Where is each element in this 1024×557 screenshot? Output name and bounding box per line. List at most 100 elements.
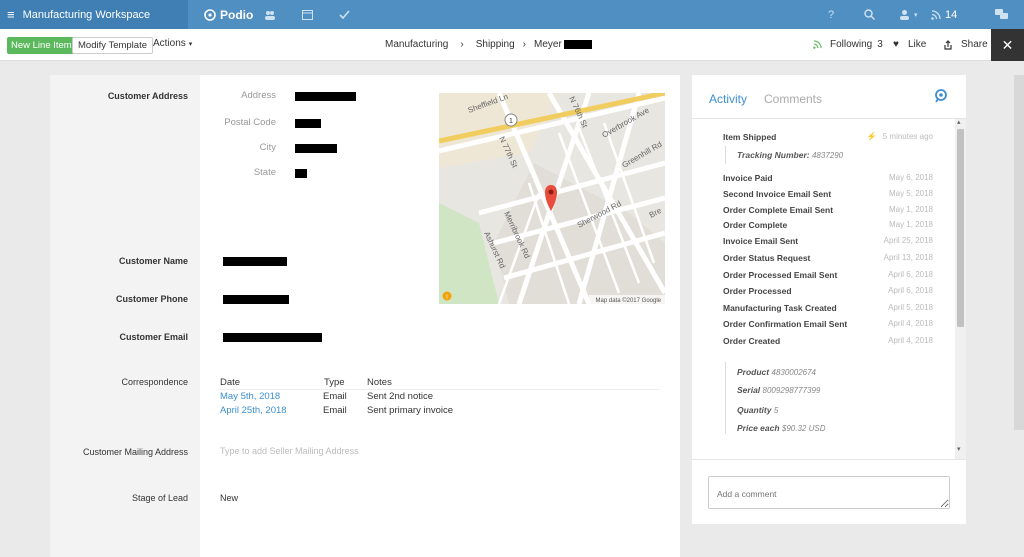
- breadcrumb: Manufacturing › Shipping › Meyer: [385, 39, 592, 50]
- breadcrumb-manufacturing[interactable]: Manufacturing: [385, 39, 448, 50]
- field-labels-column: [50, 75, 200, 557]
- redacted-state: [295, 169, 307, 178]
- redacted-address: [295, 92, 356, 101]
- following-count: 3: [877, 39, 883, 50]
- tasks-check-icon[interactable]: [339, 0, 350, 29]
- activity-item[interactable]: Manufacturing Task Created April 5, 2018: [723, 303, 933, 313]
- user-menu-icon[interactable]: ▾: [899, 0, 918, 29]
- activity-list: Item Shipped ⚡ 5 minutes ago Tracking Num…: [692, 119, 954, 459]
- breadcrumb-shipping[interactable]: Shipping: [476, 39, 515, 50]
- podio-logo[interactable]: Podio: [204, 0, 253, 29]
- activity-item[interactable]: Order Created April 4, 2018: [723, 336, 933, 346]
- serial-detail: Serial 8009298777399: [737, 385, 821, 395]
- address-sublabel: Address: [241, 90, 276, 101]
- route-1-shield: 1: [509, 118, 513, 125]
- scroll-up-icon[interactable]: ▴: [957, 118, 961, 126]
- tracking-detail: Tracking Number: 4837290: [737, 150, 844, 160]
- correspondence-type: Email: [323, 391, 347, 402]
- customer-phone-label: Customer Phone: [115, 294, 188, 304]
- correspondence-header-notes: Notes: [367, 377, 392, 388]
- close-icon: ✕: [1001, 36, 1014, 53]
- state-sublabel: State: [253, 167, 276, 178]
- activity-item[interactable]: Second Invoice Email Sent May 5, 2018: [723, 189, 933, 199]
- correspondence-date-link[interactable]: May 5th, 2018: [220, 391, 280, 402]
- correspondence-date-link[interactable]: April 25th, 2018: [220, 405, 287, 416]
- lightning-icon: ⚡: [866, 132, 877, 141]
- activity-item[interactable]: Order Confirmation Email Sent April 4, 20…: [723, 319, 933, 329]
- top-bar: ≡ Manufacturing Workspace Podio ? ▾ 14: [0, 0, 1024, 29]
- activity-item[interactable]: Invoice Paid May 6, 2018: [723, 173, 933, 183]
- share-icon: [944, 39, 952, 50]
- tab-activity[interactable]: Activity: [709, 92, 747, 106]
- address-map[interactable]: 1 Sheffield Ln N 77th St N 76th St Overb…: [439, 93, 665, 304]
- item-detail-card: Customer Address Address Postal Code Cit…: [50, 75, 680, 557]
- activity-item[interactable]: Order Status Request April 13, 2018: [723, 253, 933, 263]
- product-detail: Product 4830002674: [737, 367, 816, 377]
- correspondence-header-type: Type: [324, 377, 345, 388]
- detail-rule: [725, 362, 726, 434]
- activity-item[interactable]: Order Processed April 6, 2018: [723, 286, 933, 296]
- postal-code-sublabel: Postal Code: [224, 117, 276, 128]
- activity-item[interactable]: Order Complete Email Sent May 1, 2018: [723, 205, 933, 215]
- correspondence-header-date: Date: [220, 377, 241, 388]
- workspace-title: Manufacturing Workspace: [22, 8, 151, 21]
- redacted-customer-name: [223, 257, 287, 266]
- hamburger-icon[interactable]: ≡: [7, 7, 15, 22]
- divider: [692, 459, 966, 460]
- correspondence-notes: Sent primary invoice: [367, 405, 454, 416]
- chat-icon[interactable]: [995, 0, 1008, 29]
- city-sublabel: City: [259, 142, 276, 153]
- podio-pin-icon[interactable]: [934, 89, 948, 103]
- following-button[interactable]: Following 3: [813, 39, 883, 50]
- new-line-item-button[interactable]: New Line Item: [7, 37, 76, 54]
- contacts-icon[interactable]: [264, 0, 276, 29]
- activity-item[interactable]: Invoice Email Sent April 25, 2018: [723, 236, 933, 246]
- activity-item[interactable]: Item Shipped ⚡ 5 minutes ago: [723, 132, 933, 142]
- chevron-down-icon: ▾: [188, 41, 193, 48]
- activity-scrollbar[interactable]: ▴ ▾: [955, 119, 966, 459]
- add-comment-input[interactable]: [708, 476, 950, 509]
- close-button[interactable]: ✕: [991, 29, 1024, 61]
- redacted-city: [295, 144, 337, 153]
- scroll-down-icon[interactable]: ▾: [957, 445, 961, 453]
- help-icon[interactable]: ?: [828, 0, 834, 29]
- customer-name-label: Customer Name: [118, 256, 188, 266]
- activity-panel: Activity Comments Item Shipped ⚡ 5 minute…: [692, 75, 966, 524]
- workspace-switcher[interactable]: ≡ Manufacturing Workspace: [0, 0, 188, 29]
- like-button[interactable]: ♥ Like: [893, 39, 926, 50]
- redacted-customer-phone: [223, 295, 289, 304]
- logo-text: Podio: [220, 7, 254, 22]
- calendar-icon[interactable]: [302, 0, 313, 29]
- tab-comments[interactable]: Comments: [764, 92, 822, 106]
- mailing-address-input[interactable]: Type to add Seller Mailing Address: [220, 446, 359, 456]
- redacted-customer-email: [223, 333, 322, 342]
- map-canvas: 1 Sheffield Ln N 77th St N 76th St Overb…: [439, 93, 665, 304]
- rss-icon: [813, 40, 822, 49]
- podio-logo-icon: [204, 8, 216, 21]
- chevron-right-icon: ›: [460, 39, 464, 50]
- redacted-postal-code: [295, 119, 321, 128]
- page-scrollbar[interactable]: [1014, 75, 1024, 430]
- heart-icon: ♥: [893, 39, 899, 50]
- search-icon[interactable]: [864, 0, 875, 29]
- breadcrumb-item: Meyer: [534, 39, 592, 50]
- share-button[interactable]: Share: [943, 39, 988, 50]
- customer-address-label: Customer Address: [107, 91, 188, 101]
- price-detail: Price each $90.32 USD: [737, 423, 826, 433]
- activity-tabs: Activity Comments: [692, 75, 966, 119]
- redacted-block: [563, 40, 592, 49]
- chevron-right-icon: ›: [522, 39, 526, 50]
- correspondence-label: Correspondence: [121, 377, 188, 387]
- map-credit: Map data ©2017 Google: [596, 297, 662, 304]
- notifications-count: 14: [945, 8, 958, 21]
- divider: [220, 389, 660, 390]
- modify-template-button[interactable]: Modify Template: [72, 37, 153, 54]
- notifications-button[interactable]: 14: [931, 0, 957, 29]
- correspondence-type: Email: [323, 405, 347, 416]
- actions-dropdown[interactable]: Actions ▾: [153, 38, 192, 49]
- stage-of-lead-value[interactable]: New: [220, 493, 238, 503]
- scrollbar-thumb[interactable]: [957, 129, 964, 327]
- stage-of-lead-label: Stage of Lead: [131, 493, 188, 503]
- activity-item[interactable]: Order Processed Email Sent April 6, 2018: [723, 270, 933, 280]
- activity-item[interactable]: Order Complete May 1, 2018: [723, 220, 933, 230]
